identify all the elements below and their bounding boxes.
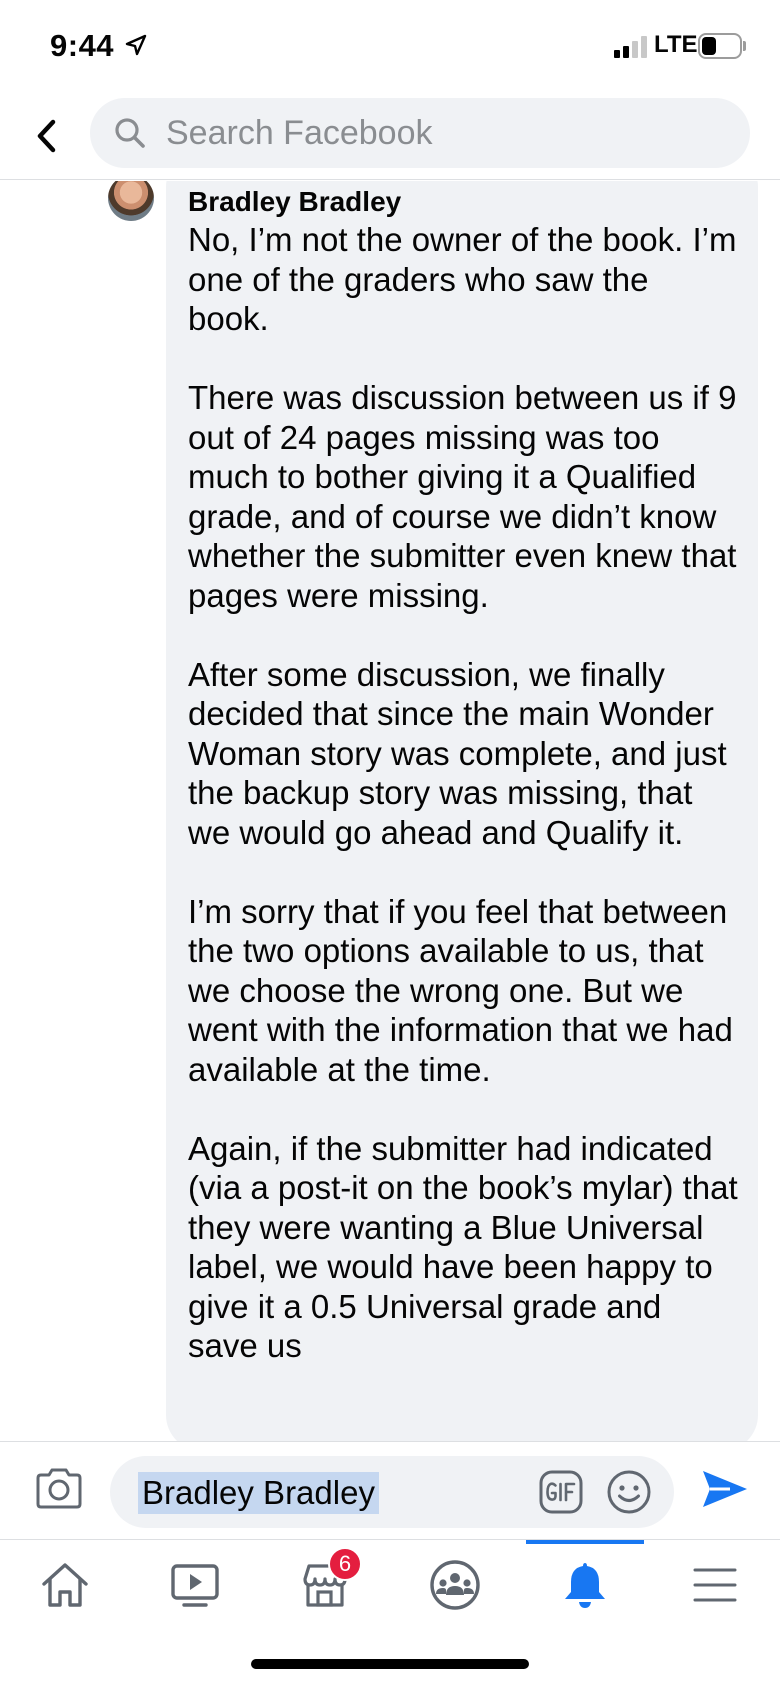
groups-icon — [430, 1560, 480, 1610]
chevron-left-icon — [37, 119, 56, 153]
cellular-signal-icon — [614, 34, 648, 58]
send-icon[interactable] — [700, 1464, 750, 1514]
status-time: 9:44 — [50, 28, 115, 63]
bottom-tab-bar: 6 — [0, 1540, 780, 1630]
search-header — [0, 92, 780, 180]
battery-icon — [698, 33, 746, 59]
network-type: LTE — [654, 31, 698, 58]
tab-groups[interactable] — [390, 1540, 520, 1630]
notifications-icon — [565, 1563, 605, 1608]
emoji-icon[interactable] — [606, 1469, 652, 1515]
search-icon — [115, 118, 145, 148]
gif-icon[interactable] — [539, 1470, 583, 1514]
status-bar: 9:44 LTE — [0, 0, 780, 92]
comment-author[interactable]: Bradley Bradley — [188, 185, 738, 219]
search-box[interactable] — [90, 98, 750, 168]
comment-thread: Bradley Bradley No, I’m not the owner of… — [0, 181, 780, 1441]
marketplace-badge: 6 — [328, 1547, 362, 1581]
tab-home[interactable] — [0, 1540, 130, 1630]
video-icon — [171, 1564, 219, 1607]
facebook-comment-screen: 9:44 LTE Search Facebook Bradley Bradley… — [0, 0, 780, 1688]
camera-icon[interactable] — [34, 1466, 84, 1510]
tab-watch[interactable] — [130, 1540, 260, 1630]
comment-bubble: Bradley Bradley No, I’m not the owner of… — [166, 181, 758, 1441]
location-arrow-icon — [125, 34, 147, 56]
comment-paragraph: After some discussion, we finally decide… — [188, 655, 727, 851]
comment-paragraph: There was discussion between us if 9 out… — [188, 379, 737, 614]
avatar[interactable] — [108, 181, 154, 221]
tab-notifications[interactable] — [520, 1540, 650, 1630]
comment-input[interactable]: Bradley Bradley — [110, 1456, 674, 1528]
menu-icon — [693, 1568, 737, 1602]
tab-marketplace[interactable] — [260, 1540, 390, 1630]
comment-paragraph: I’m sorry that if you feel that between … — [188, 892, 733, 1088]
tab-menu[interactable] — [650, 1540, 780, 1630]
back-button[interactable] — [26, 112, 66, 160]
comment-composer: Bradley Bradley — [0, 1441, 780, 1540]
comment-paragraph: No, I’m not the owner of the book. I’m o… — [188, 221, 737, 337]
home-indicator[interactable] — [251, 1659, 529, 1669]
comment-paragraph: Again, if the submitter had indicated (v… — [188, 1129, 738, 1365]
mention-tag[interactable]: Bradley Bradley — [138, 1472, 379, 1514]
search-input[interactable] — [166, 98, 726, 168]
home-icon — [42, 1563, 88, 1607]
comment-text: No, I’m not the owner of the book. I’m o… — [188, 220, 738, 1366]
